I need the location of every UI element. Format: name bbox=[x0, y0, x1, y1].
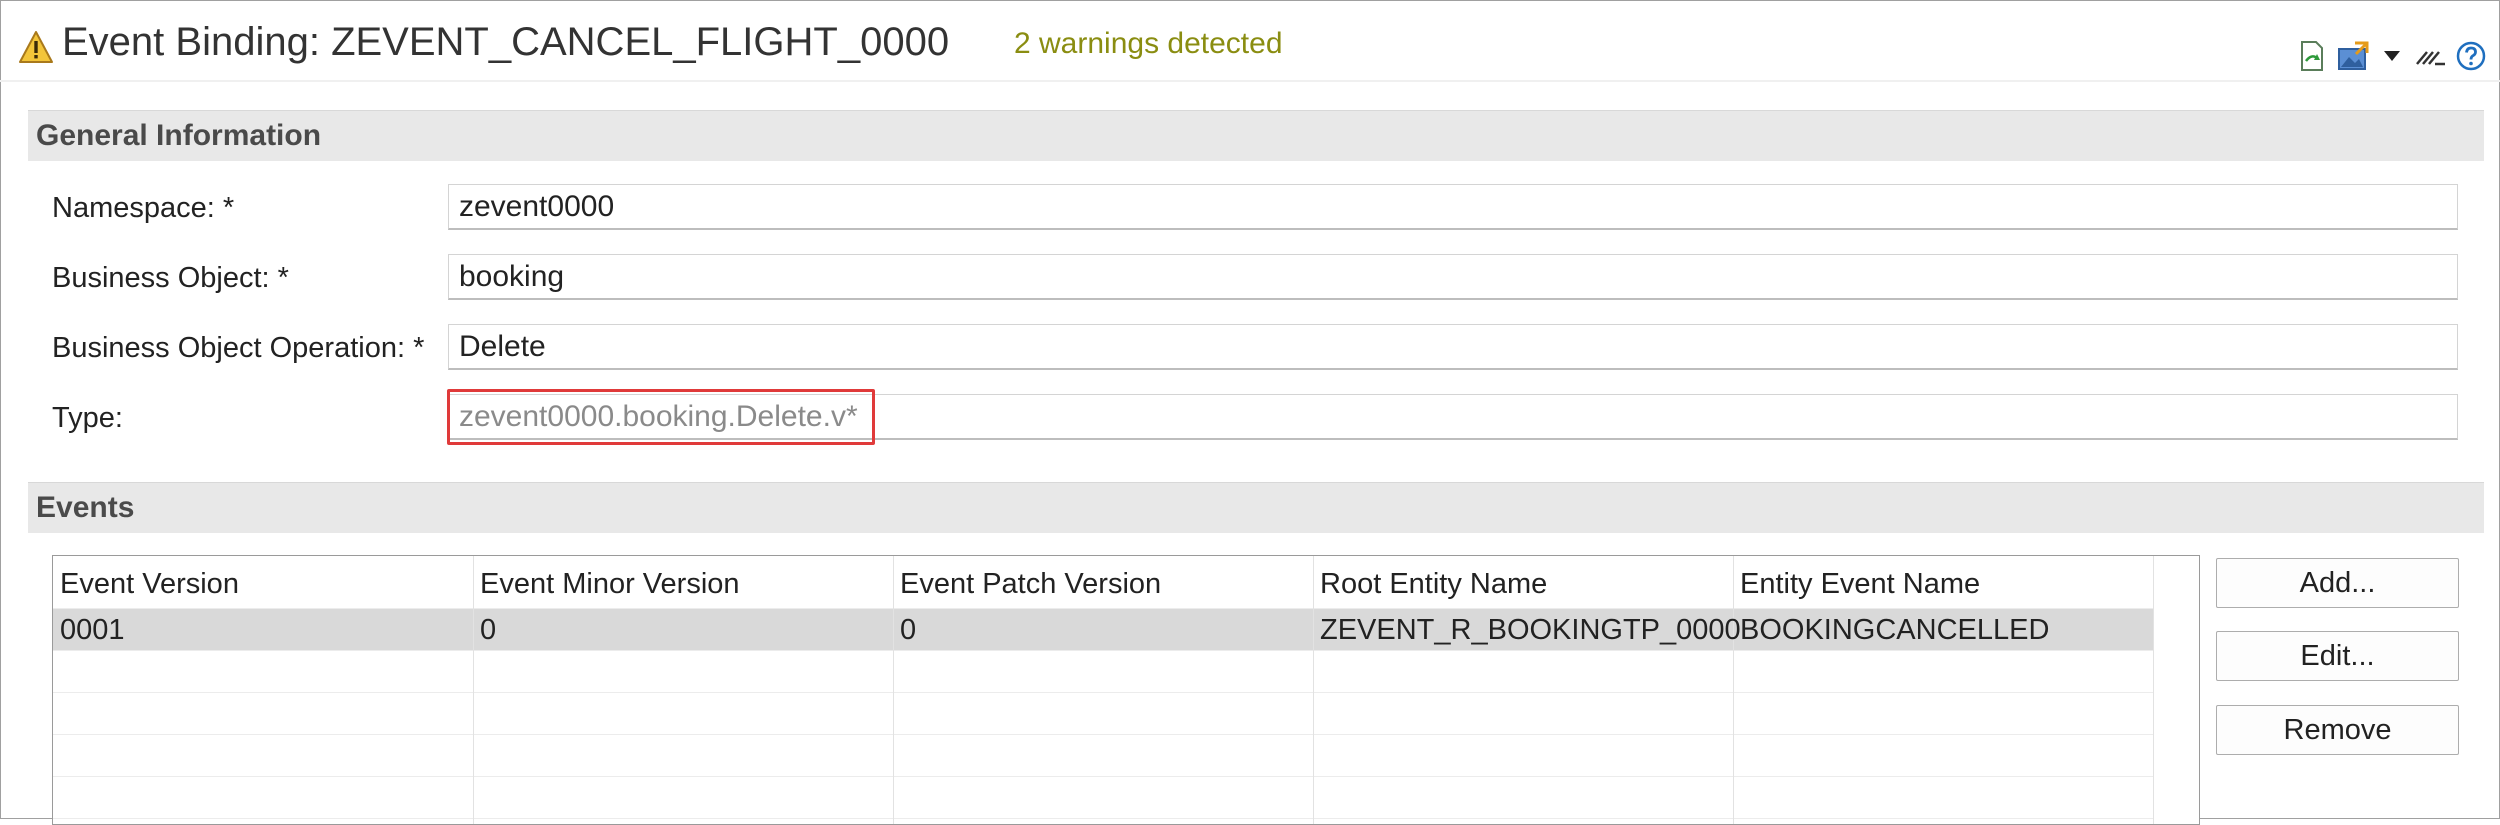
business-object-field[interactable]: booking bbox=[448, 254, 2458, 300]
dropdown-arrow-icon[interactable] bbox=[2380, 38, 2404, 74]
row-divider bbox=[53, 734, 2153, 735]
column-header-entity-event-name[interactable]: Entity Event Name bbox=[1733, 556, 1980, 608]
edit-button[interactable]: Edit... bbox=[2216, 631, 2459, 681]
remove-button[interactable]: Remove bbox=[2216, 705, 2459, 755]
column-header-event-minor-version[interactable]: Event Minor Version bbox=[473, 556, 740, 608]
page-title: Event Binding: ZEVENT_CANCEL_FLIGHT_0000 bbox=[62, 20, 950, 64]
column-header-root-entity-name[interactable]: Root Entity Name bbox=[1313, 556, 1547, 608]
section-title: General Information bbox=[36, 119, 322, 152]
business-object-label: Business Object: * bbox=[52, 262, 289, 294]
editor-header: Event Binding: ZEVENT_CANCEL_FLIGHT_0000… bbox=[0, 0, 2500, 80]
collapse-editor-icon[interactable] bbox=[2414, 38, 2448, 74]
header-divider bbox=[0, 80, 2500, 82]
warning-icon bbox=[19, 31, 53, 63]
refresh-document-icon[interactable] bbox=[2296, 38, 2328, 74]
business-object-operation-field[interactable]: Delete bbox=[448, 324, 2458, 370]
type-highlight-box bbox=[447, 389, 875, 445]
export-image-icon[interactable] bbox=[2334, 38, 2374, 74]
table-cell: ZEVENT_R_BOOKINGTP_0000 bbox=[1320, 614, 1741, 646]
row-divider bbox=[53, 776, 2153, 777]
namespace-label: Namespace: * bbox=[52, 192, 235, 224]
type-label: Type: bbox=[52, 402, 123, 434]
table-cell: 0 bbox=[900, 614, 917, 646]
column-header-event-version[interactable]: Event Version bbox=[53, 556, 239, 608]
row-divider bbox=[53, 650, 2153, 651]
section-title: Events bbox=[36, 491, 135, 524]
column-divider bbox=[2153, 556, 2154, 824]
events-table[interactable]: Event Version Event Minor Version Event … bbox=[52, 555, 2200, 825]
add-button[interactable]: Add... bbox=[2216, 558, 2459, 608]
table-cell: BOOKINGCANCELLED bbox=[1740, 614, 2050, 646]
column-header-event-patch-version[interactable]: Event Patch Version bbox=[893, 556, 1161, 608]
business-object-operation-label: Business Object Operation: * bbox=[52, 332, 425, 364]
namespace-field[interactable]: zevent0000 bbox=[448, 184, 2458, 230]
help-icon[interactable] bbox=[2454, 38, 2488, 74]
table-cell: 0 bbox=[480, 614, 497, 646]
events-section[interactable]: Events bbox=[28, 482, 2484, 533]
general-information-section[interactable]: General Information bbox=[28, 110, 2484, 161]
warnings-status[interactable]: 2 warnings detected bbox=[1014, 22, 1283, 66]
row-divider bbox=[53, 692, 2153, 693]
table-cell: 0001 bbox=[60, 614, 125, 646]
